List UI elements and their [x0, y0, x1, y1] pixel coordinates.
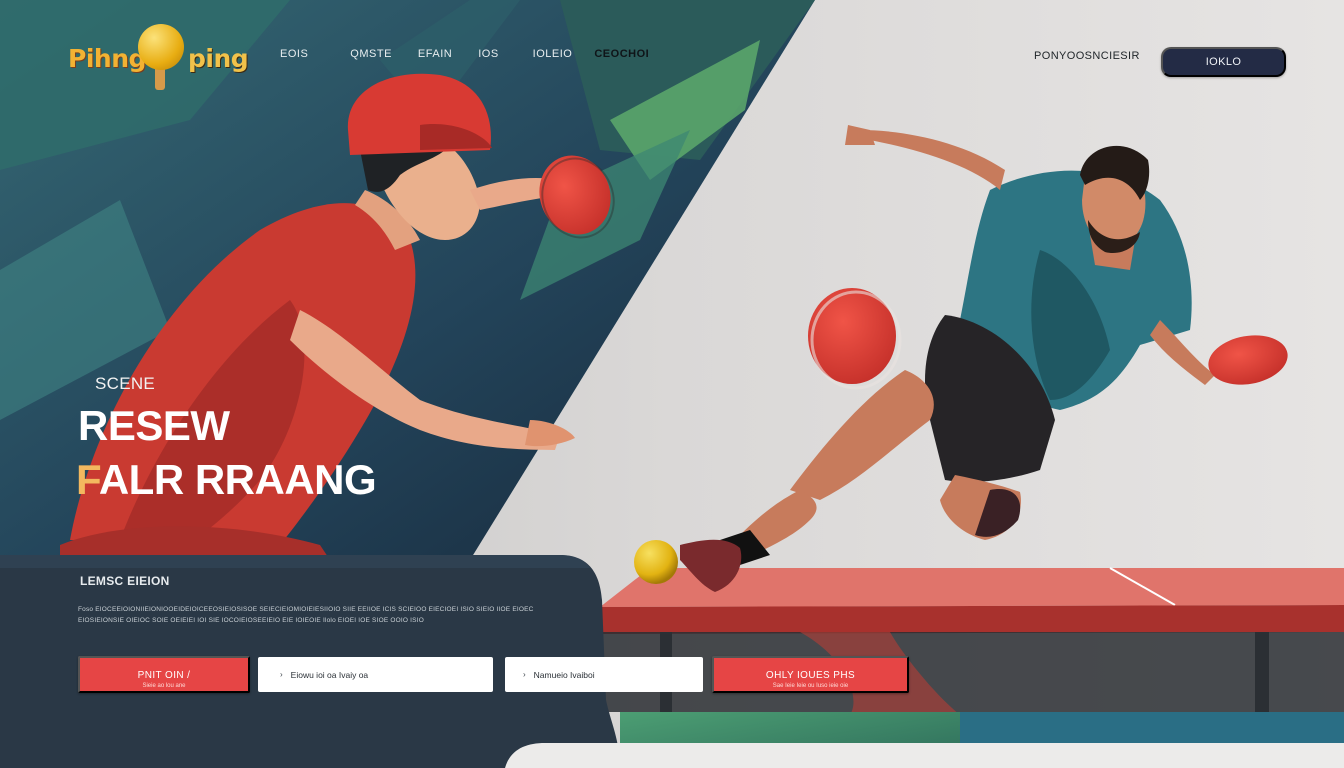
chevron-right-icon: ›	[523, 670, 526, 679]
band-white	[505, 743, 1344, 768]
nav-item-4[interactable]: IOS	[478, 48, 498, 60]
logo-word-left: Pihng	[68, 44, 146, 73]
logo[interactable]: Pihng ping	[64, 22, 254, 94]
nav-item-6[interactable]: CEOCHOI	[594, 48, 649, 60]
primary-cta-sublabel: Sieie ao lou ane	[142, 682, 186, 689]
hero-headline-accent: F	[76, 456, 99, 503]
secondary-cta-label: OHLY IOUES PHS	[765, 669, 856, 681]
chevron-right-icon: ›	[280, 670, 283, 679]
secondary-cta-button[interactable]: OHLY IOUES PHS Sae Ieie Ieie ou Iuso iei…	[712, 656, 909, 693]
nav-item-1[interactable]: EOIS	[280, 48, 308, 60]
hero-eyebrow: SCENE	[95, 374, 156, 393]
panel-description: Foso EIOCEEIOIONIIEIONIOOEIDEIOICEEOSIEI…	[78, 606, 534, 624]
nav-item-2[interactable]: QMSTE	[350, 48, 392, 60]
header-link[interactable]: PONYOOSNCIESIR	[1034, 50, 1140, 62]
ball	[634, 540, 678, 584]
hero-headline-line-1: RESEW	[78, 402, 230, 449]
logo-word-right: ping	[188, 44, 249, 73]
primary-cta-label: PNIT OIN /	[137, 669, 191, 681]
search-field-one[interactable]: › Eiowu ioi oa Ivaiy oa	[258, 657, 493, 692]
table-edge	[595, 605, 1344, 634]
panel-title: LEMSC EIEION	[80, 574, 170, 588]
nav-item-3[interactable]: EFAIN	[418, 48, 452, 60]
primary-cta-button[interactable]: PNIT OIN / Sieie ao lou ane	[78, 656, 250, 693]
hero-headline-line-2: FALR RRAANG	[76, 456, 377, 504]
secondary-cta-sublabel: Sae Ieie Ieie ou Iuso ieie oie	[772, 682, 849, 689]
hero-illustration	[0, 0, 1344, 768]
search-field-two[interactable]: › Namueio Ivaiboi	[505, 657, 703, 692]
header-login-button[interactable]: IOKLO	[1161, 47, 1286, 77]
landing-page: Pihng ping EOIS QMSTE EFAIN IOS IOLEIO C…	[0, 0, 1344, 768]
nav-item-5[interactable]: IOLEIO	[533, 48, 573, 60]
logo-ball-icon	[138, 24, 184, 70]
search-field-two-value: Namueio Ivaiboi	[533, 669, 595, 680]
hero-headline-rest: ALR RRAANG	[98, 456, 377, 503]
search-field-one-value: Eiowu ioi oa Ivaiy oa	[290, 669, 369, 680]
lower-panel-highlight	[0, 555, 590, 568]
table-under-shadow	[595, 632, 1344, 712]
main-nav: EOIS QMSTE EFAIN IOS IOLEIO CEOCHOI	[268, 48, 649, 60]
